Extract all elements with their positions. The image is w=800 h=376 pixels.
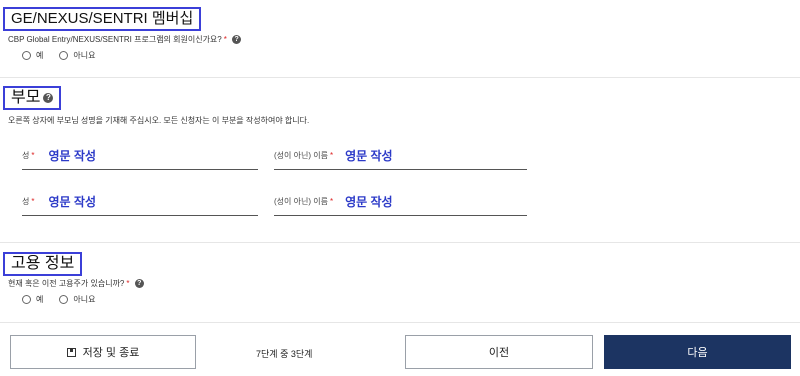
employment-question: 현재 혹은 이전 고용주가 있습니까? * ? — [8, 278, 144, 289]
radio-button[interactable] — [22, 51, 31, 60]
section-divider — [0, 77, 800, 78]
membership-section-title: GE/NEXUS/SENTRI 멤버십 — [3, 7, 202, 31]
required-mark: * — [126, 279, 130, 288]
employment-option-no[interactable]: 아니요 — [59, 294, 95, 305]
help-icon[interactable]: ? — [232, 35, 242, 45]
parent1-given-name-field[interactable]: (성이 아닌) 이름 * 영문 작성 — [274, 142, 527, 170]
membership-option-yes[interactable]: 예 — [22, 50, 43, 61]
parents-section-title: 부모? — [3, 86, 62, 110]
employment-section-title: 고용 정보 — [3, 252, 83, 276]
step-indicator: 7단계 중 3단계 — [256, 349, 313, 359]
parent2-given-name-field[interactable]: (성이 아닌) 이름 * 영문 작성 — [274, 188, 527, 216]
surname-label: 성 * — [22, 197, 35, 206]
given-name-label: (성이 아닌) 이름 * — [274, 197, 334, 206]
surname-label: 성 * — [22, 151, 35, 160]
surname-value: 영문 작성 — [48, 149, 97, 163]
employment-radio-group: 예 아니요 — [22, 294, 111, 305]
parent1-surname-field[interactable]: 성 * 영문 작성 — [22, 142, 258, 170]
previous-button[interactable]: 이전 — [405, 335, 593, 369]
membership-option-no[interactable]: 아니요 — [59, 50, 95, 61]
radio-button[interactable] — [59, 295, 69, 304]
required-mark: * — [223, 35, 227, 44]
parents-description: 오른쪽 상자에 부모님 성명을 기재해 주십시오. 모든 신청자는 이 부분을 … — [8, 116, 310, 125]
membership-question: CBP Global Entry/NEXUS/SENTRI 프로그램의 회원이신… — [8, 34, 242, 45]
given-name-label: (성이 아닌) 이름 * — [274, 151, 334, 160]
employment-title-text: 고용 정보 — [11, 255, 75, 272]
section-divider — [0, 322, 800, 323]
parents-title-text: 부모 — [11, 89, 41, 106]
surname-value: 영문 작성 — [48, 195, 97, 209]
save-icon — [66, 347, 76, 357]
radio-button[interactable] — [22, 295, 31, 304]
help-icon[interactable]: ? — [43, 92, 54, 103]
save-and-exit-button[interactable]: 저장 및 종료 — [10, 335, 196, 369]
membership-question-text: CBP Global Entry/NEXUS/SENTRI 프로그램의 회원이신… — [8, 35, 222, 44]
given-name-value: 영문 작성 — [345, 195, 393, 209]
parent2-surname-field[interactable]: 성 * 영문 작성 — [22, 188, 258, 216]
membership-radio-group: 예 아니요 — [22, 50, 111, 61]
given-name-value: 영문 작성 — [345, 149, 393, 163]
help-icon[interactable]: ? — [134, 279, 144, 289]
next-button[interactable]: 다음 — [604, 335, 791, 369]
membership-title-text: GE/NEXUS/SENTRI 멤버십 — [11, 10, 194, 27]
section-divider — [0, 242, 800, 243]
employment-option-yes[interactable]: 예 — [22, 294, 43, 305]
radio-button[interactable] — [59, 51, 69, 60]
